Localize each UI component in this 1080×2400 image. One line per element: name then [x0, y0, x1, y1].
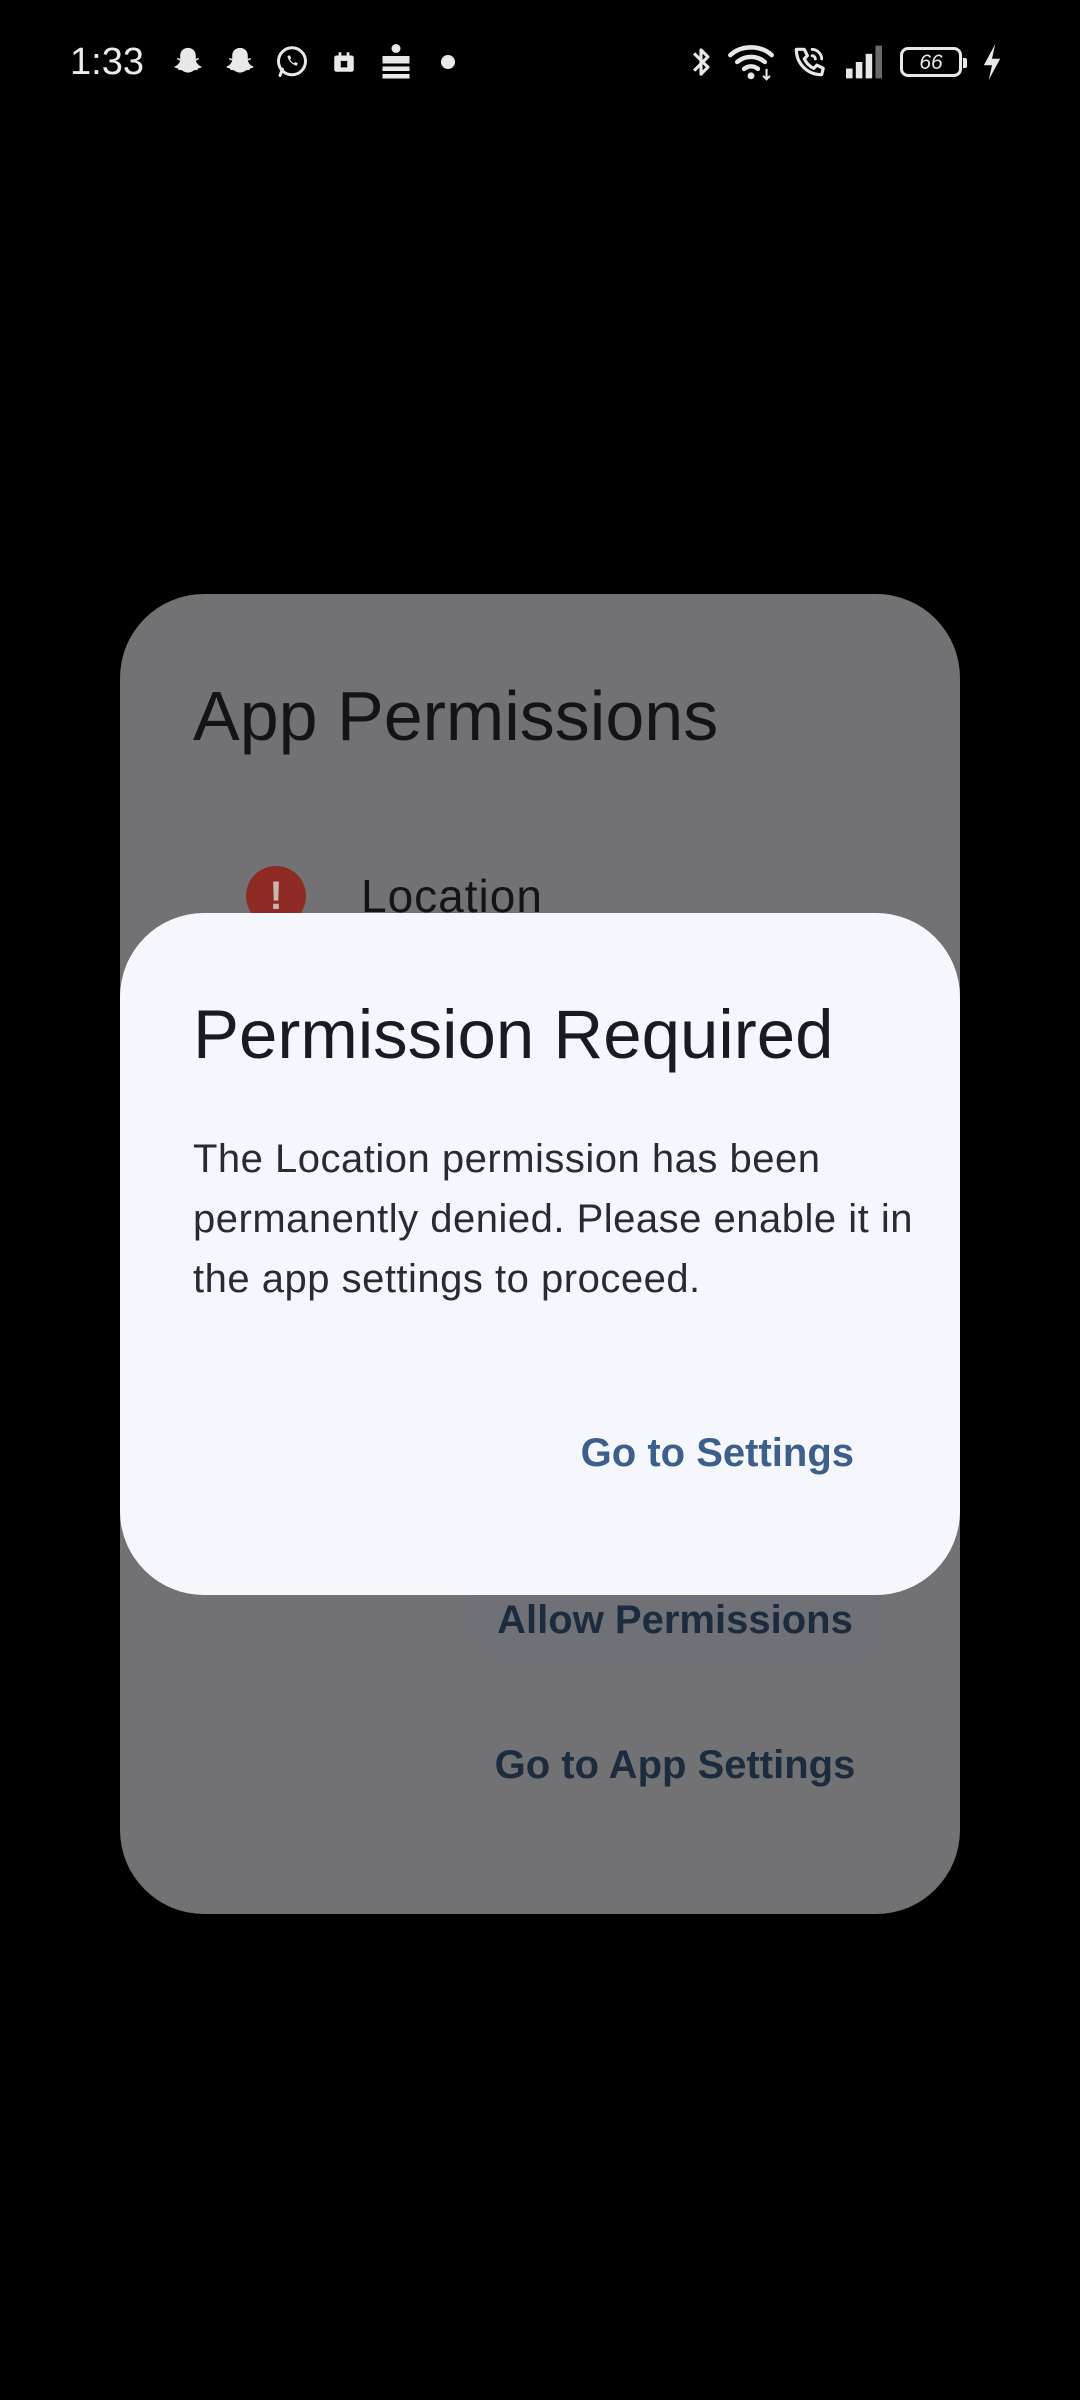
snapchat-icon: [168, 42, 208, 82]
system-icons: 66: [690, 40, 1002, 84]
status-time: 1:33: [70, 41, 144, 83]
wifi-icon: [728, 42, 774, 82]
permission-required-dialog: Permission Required The Location permiss…: [120, 913, 960, 1595]
notification-icons: [168, 40, 468, 84]
snapchat-icon: [220, 42, 260, 82]
app-permissions-title: App Permissions: [193, 677, 719, 755]
calendar-icon: [324, 42, 364, 82]
dialog-message: The Location permission has been permane…: [193, 1137, 913, 1301]
go-to-app-settings-button: Go to App Settings: [460, 1716, 890, 1814]
news-app-icon: [376, 42, 416, 82]
charging-icon: [982, 42, 1002, 82]
wifi-calling-icon: [790, 42, 828, 82]
screen: 1:33 66 App Permissions ! Location Allow…: [0, 0, 1080, 2400]
battery-level: 66: [919, 50, 943, 74]
whatsapp-icon: [272, 42, 312, 82]
dialog-title: Permission Required: [193, 996, 834, 1073]
dot-icon: [428, 42, 468, 82]
status-bar: 1:33 66: [0, 0, 1080, 128]
signal-icon: [844, 42, 884, 82]
battery-icon: 66: [900, 47, 967, 77]
go-to-settings-button[interactable]: Go to Settings: [571, 1413, 864, 1493]
bluetooth-icon: [690, 42, 712, 82]
